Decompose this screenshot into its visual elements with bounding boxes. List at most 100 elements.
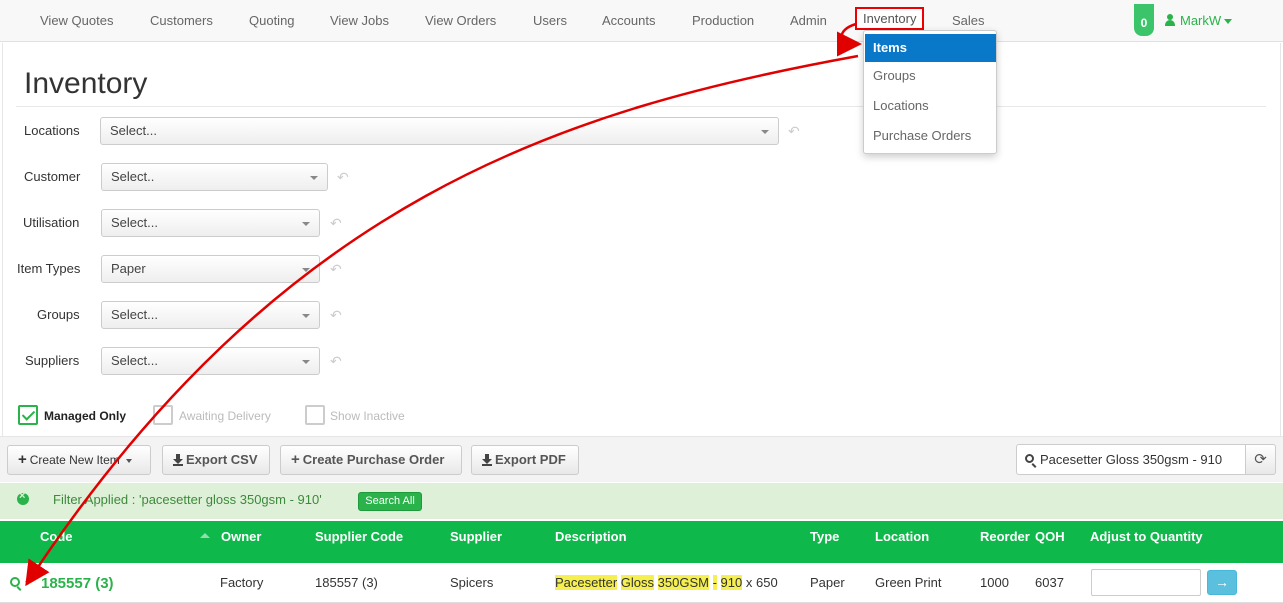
user-menu[interactable]: MarkW — [1164, 13, 1233, 28]
create-purchase-order-label: Create Purchase Order — [302, 452, 445, 467]
col-reorder[interactable]: Reorder — [980, 529, 1030, 544]
cell-type: Paper — [810, 575, 845, 590]
user-name: MarkW — [1180, 13, 1222, 28]
chevron-down-icon[interactable] — [25, 581, 31, 585]
export-pdf-label: Export PDF — [495, 452, 566, 467]
download-icon — [482, 454, 492, 466]
groups-select[interactable]: Select... — [101, 301, 320, 329]
col-qoh[interactable]: QOH — [1035, 529, 1065, 544]
chevron-down-icon — [302, 360, 310, 364]
export-pdf-button[interactable]: Export PDF — [471, 445, 579, 475]
create-purchase-order-button[interactable]: + Create Purchase Order — [280, 445, 462, 475]
filter-panel — [2, 43, 1281, 438]
sort-up-icon — [200, 533, 210, 538]
export-csv-button[interactable]: Export CSV — [162, 445, 270, 475]
search-icon — [1025, 454, 1034, 463]
col-code[interactable]: Code — [40, 529, 73, 544]
groups-label: Groups — [37, 307, 80, 322]
menu-item-purchase-orders[interactable]: Purchase Orders — [865, 122, 996, 150]
col-owner[interactable]: Owner — [221, 529, 261, 544]
reset-icon[interactable]: ↶ — [330, 308, 344, 322]
nav-users[interactable]: Users — [533, 13, 567, 28]
apply-adjust-button[interactable]: → — [1207, 570, 1237, 595]
search-value: Pacesetter Gloss 350gsm - 910 — [1040, 452, 1223, 467]
search-input[interactable]: Pacesetter Gloss 350gsm - 910 — [1016, 444, 1246, 475]
cell-description: Pacesetter Gloss 350GSM - 910 x 650 — [555, 575, 778, 590]
managed-only-checkbox[interactable] — [18, 405, 38, 425]
nav-sales[interactable]: Sales — [952, 13, 985, 28]
groups-value: Select... — [111, 307, 158, 322]
inventory-dropdown-menu: Items Groups Locations Purchase Orders — [863, 30, 997, 154]
cell-owner: Factory — [220, 575, 264, 590]
chevron-down-icon — [302, 268, 310, 272]
app-page: View Quotes Customers Quoting View Jobs … — [0, 0, 1283, 603]
reset-icon[interactable]: ↶ — [330, 354, 344, 368]
highlight-term: - — [712, 575, 717, 590]
customer-value: Select.. — [111, 169, 155, 184]
cell-location: Green Print — [875, 575, 942, 590]
search-icon[interactable] — [10, 577, 20, 587]
nav-customers[interactable]: Customers — [150, 13, 213, 28]
filter-applied-text: Filter Applied : 'pacesetter gloss 350gs… — [53, 492, 322, 507]
col-location[interactable]: Location — [875, 529, 929, 544]
refresh-button[interactable]: ⟳ — [1245, 444, 1276, 475]
customer-select[interactable]: Select.. — [101, 163, 328, 191]
utilisation-value: Select... — [111, 215, 158, 230]
nav-inventory[interactable]: Inventory — [855, 7, 925, 30]
export-csv-label: Export CSV — [186, 452, 258, 467]
create-new-item-label: Create New Item — [29, 453, 120, 467]
customer-label: Customer — [24, 169, 81, 184]
item-types-label: Item Types — [17, 261, 81, 276]
adjust-quantity-input[interactable] — [1091, 569, 1201, 596]
nav-admin[interactable]: Admin — [790, 13, 827, 28]
nav-production[interactable]: Production — [692, 13, 754, 28]
item-code-link[interactable]: 185557 (3) — [41, 575, 114, 592]
nav-accounts[interactable]: Accounts — [602, 13, 655, 28]
col-supplier[interactable]: Supplier — [450, 529, 502, 544]
description-rest: x 650 — [745, 575, 778, 590]
show-inactive-label: Show Inactive — [330, 409, 405, 423]
col-description[interactable]: Description — [555, 529, 627, 544]
clear-filter-icon[interactable] — [17, 490, 29, 505]
awaiting-delivery-checkbox[interactable] — [153, 405, 173, 425]
create-new-item-button[interactable]: + Create New Item — [7, 445, 151, 475]
nav-view-quotes[interactable]: View Quotes — [40, 13, 113, 28]
chevron-down-icon — [125, 458, 132, 463]
reset-icon[interactable]: ↶ — [337, 170, 351, 184]
divider — [16, 106, 1266, 107]
nav-view-jobs[interactable]: View Jobs — [330, 13, 389, 28]
search-all-button[interactable]: Search All — [358, 492, 422, 511]
chevron-down-icon — [761, 130, 769, 134]
nav-view-orders[interactable]: View Orders — [425, 13, 496, 28]
menu-item-locations[interactable]: Locations — [865, 92, 996, 120]
locations-value: Select... — [110, 123, 157, 138]
chevron-down-icon — [302, 222, 310, 226]
show-inactive-checkbox[interactable] — [305, 405, 325, 425]
menu-item-groups[interactable]: Groups — [865, 62, 996, 90]
locations-label: Locations — [24, 123, 80, 138]
refresh-icon: ⟳ — [1254, 451, 1267, 468]
locations-select[interactable]: Select... — [100, 117, 779, 145]
item-types-select[interactable]: Paper — [101, 255, 320, 283]
nav-quoting[interactable]: Quoting — [249, 13, 295, 28]
utilisation-select[interactable]: Select... — [101, 209, 320, 237]
chevron-down-icon — [302, 314, 310, 318]
suppliers-value: Select... — [111, 353, 158, 368]
awaiting-delivery-label: Awaiting Delivery — [179, 409, 271, 423]
download-icon — [173, 454, 183, 466]
plus-icon: + — [18, 451, 27, 468]
reset-icon[interactable]: ↶ — [330, 216, 344, 230]
managed-only-label: Managed Only — [44, 409, 127, 423]
highlight-term: 910 — [720, 575, 743, 590]
notification-badge[interactable]: 0 — [1134, 4, 1154, 36]
menu-item-items[interactable]: Items — [865, 34, 996, 62]
item-types-value: Paper — [111, 261, 146, 276]
col-supplier-code[interactable]: Supplier Code — [315, 529, 403, 544]
reset-icon[interactable]: ↶ — [788, 124, 802, 138]
suppliers-select[interactable]: Select... — [101, 347, 320, 375]
page-title: Inventory — [24, 67, 148, 100]
col-type[interactable]: Type — [810, 529, 839, 544]
col-adjust-quantity: Adjust to Quantity — [1090, 529, 1203, 544]
highlight-term: Gloss — [620, 575, 655, 590]
reset-icon[interactable]: ↶ — [330, 262, 344, 276]
